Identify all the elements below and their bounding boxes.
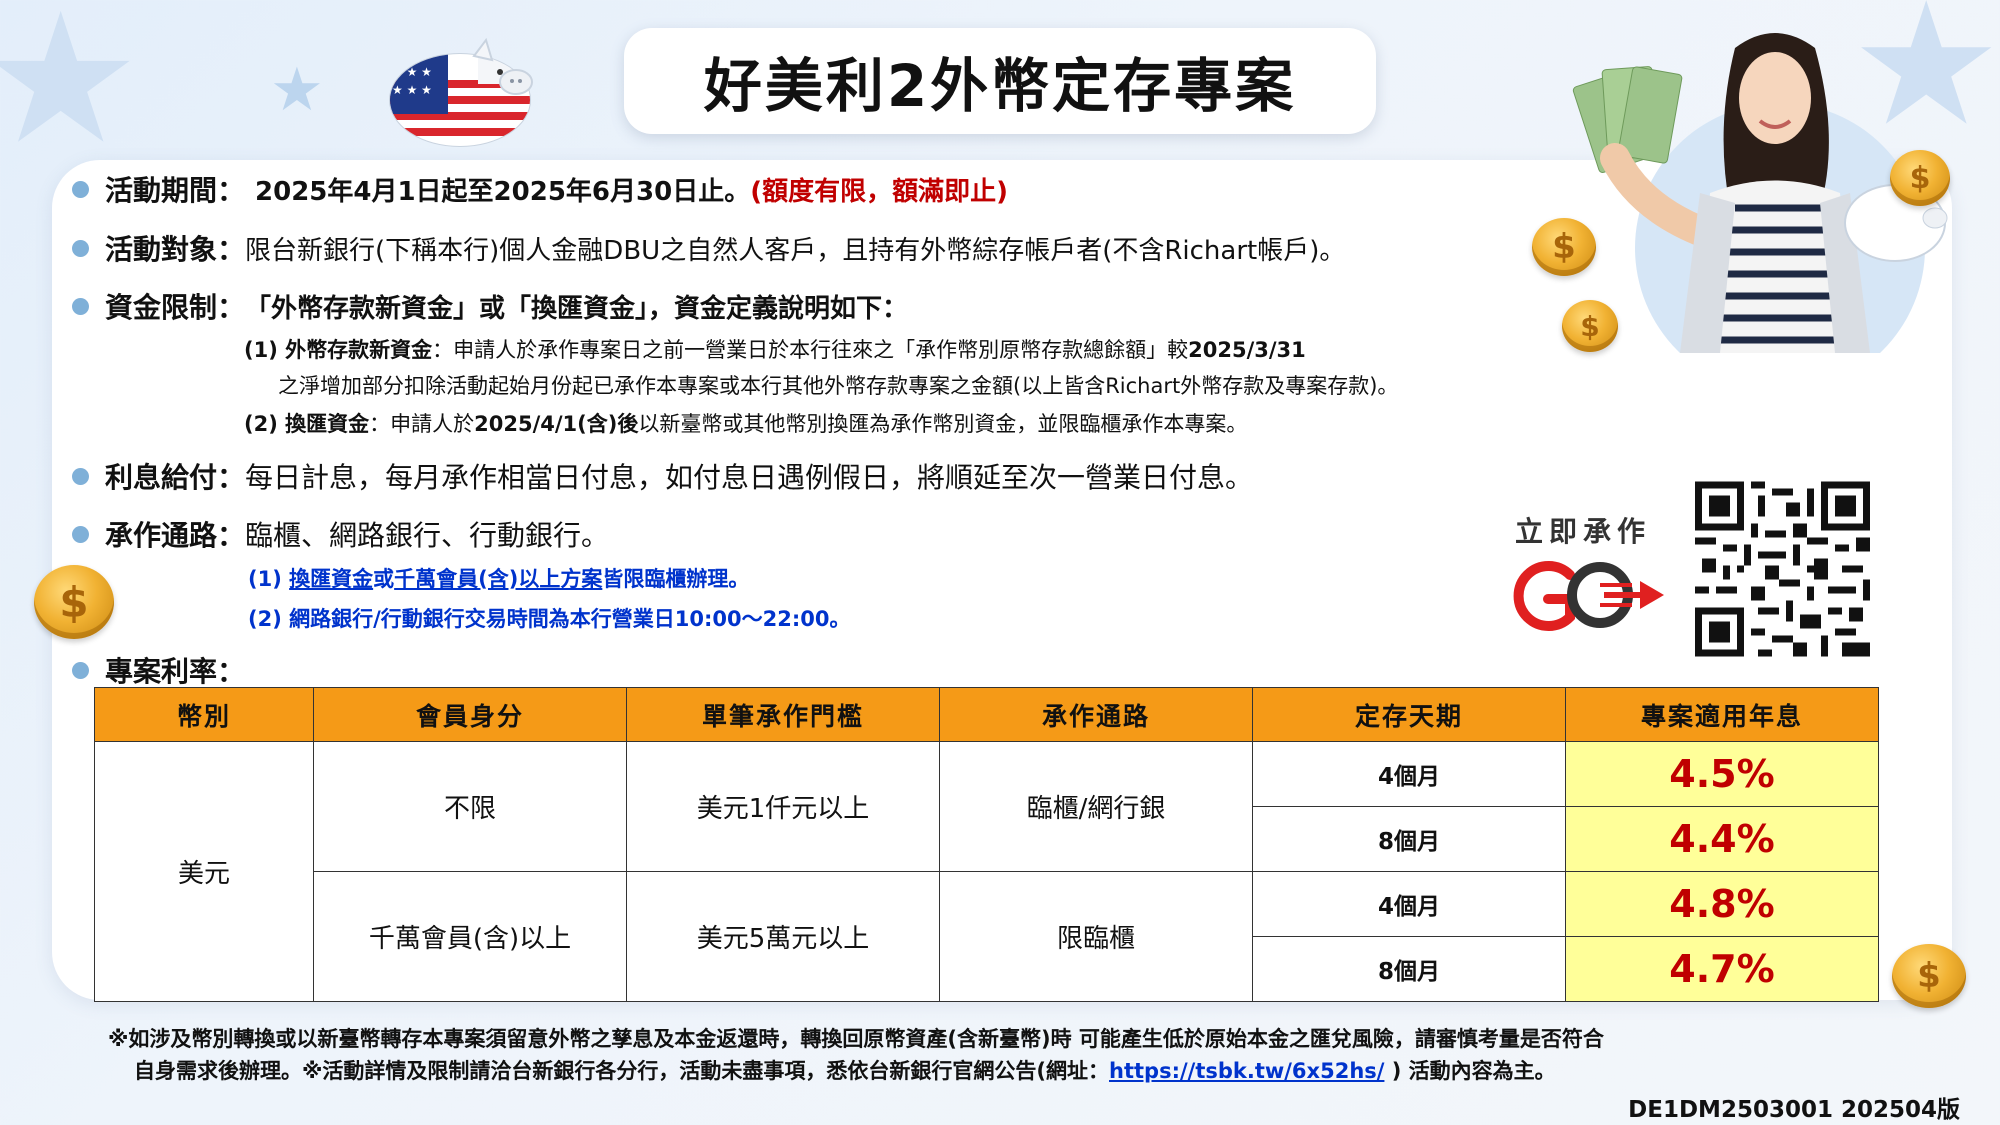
header-currency: 幣別	[94, 687, 314, 742]
title-box: 好美利2外幣定存專案	[624, 28, 1376, 134]
target-value: 限台新銀行(下稱本行)個人金融DBU之自然人客戶，且持有外幣綜存帳戶者(不含Ri…	[245, 235, 1346, 266]
coin-icon: $	[1892, 944, 1966, 1008]
table-header-row: 幣別 會員身分 單筆承作門檻 承作通路 定存天期 專案適用年息	[94, 687, 1879, 742]
coin-icon: $	[34, 565, 114, 639]
star-icon: ★	[270, 55, 324, 125]
channel-cell: 限臨櫃	[939, 871, 1253, 1002]
term-cell: 4個月	[1252, 741, 1566, 807]
coin-icon: $	[1890, 150, 1950, 206]
footnote-line2-b: ) 活動內容為主。	[1384, 1059, 1556, 1083]
rate-cell: 4.4%	[1565, 806, 1879, 872]
bullet-dot	[72, 297, 89, 315]
channel-cell: 臨櫃/網行銀	[939, 741, 1253, 872]
svg-text:★ ★ ★: ★ ★ ★	[392, 83, 432, 97]
channel-note1-a: (1)	[248, 567, 290, 591]
rate-row: 專案利率：	[72, 650, 245, 690]
channel-label: 承作通路：	[105, 519, 246, 552]
term-cell: 4個月	[1252, 871, 1566, 937]
bullet-dot	[72, 525, 89, 543]
rate-label: 專案利率：	[105, 655, 246, 688]
period-label: 活動期間：	[105, 174, 246, 207]
currency-cell: 美元	[94, 741, 314, 1002]
interest-row: 利息給付： 每日計息，每月承作相當日付息，如付息日遇例假日，將順延至次一營業日付…	[72, 456, 1253, 496]
fund-sub1-date: 2025/3/31	[1188, 338, 1306, 362]
qr-code-icon[interactable]	[1695, 480, 1870, 658]
period-note: (額度有限，額滿即止)	[750, 176, 1008, 207]
bullet-dot	[72, 661, 89, 679]
rate-cell: 4.7%	[1565, 936, 1879, 1002]
channel-row: 承作通路： 臨櫃、網路銀行、行動銀行。	[72, 514, 609, 554]
fund-sub1-label: (1) 外幣存款新資金	[244, 338, 433, 362]
coin-icon: $	[1532, 218, 1596, 276]
target-label: 活動對象：	[105, 233, 246, 266]
target-row: 活動對象： 限台新銀行(下稱本行)個人金融DBU之自然人客戶，且持有外幣綜存帳戶…	[72, 228, 1345, 268]
header-threshold: 單筆承作門檻	[626, 687, 940, 742]
rate-cell: 4.8%	[1565, 871, 1879, 937]
official-site-link[interactable]: https://tsbk.tw/6x52hs/	[1109, 1059, 1384, 1083]
fund-sub2-text-a: ：申請人於	[369, 412, 475, 436]
fund-sub2-date: 2025/4/1(含)後	[474, 412, 639, 436]
term-cell: 8個月	[1252, 806, 1566, 872]
channel-note1-d: 千萬會員(含)以上方案	[394, 567, 603, 591]
page-title: 好美利2外幣定存專案	[703, 52, 1297, 120]
channel-note1-b: 換匯資金	[289, 567, 374, 591]
go-label: 立即承作	[1515, 515, 1652, 548]
header-term: 定存天期	[1252, 687, 1566, 742]
footnote-line2: 自身需求後辦理。※活動詳情及限制請洽台新銀行各分行，活動未盡事項，悉依台新銀行官…	[134, 1055, 1556, 1085]
fund-value: 「外幣存款新資金」或「換匯資金」，資金定義說明如下：	[245, 293, 909, 324]
header-member: 會員身分	[313, 687, 627, 742]
bullet-dot	[72, 467, 89, 485]
member-cell: 不限	[313, 741, 627, 872]
fund-row: 資金限制： 「外幣存款新資金」或「換匯資金」，資金定義說明如下：	[72, 286, 908, 326]
rates-table: 幣別 會員身分 單筆承作門檻 承作通路 定存天期 專案適用年息 美元 不限 美元…	[94, 687, 1879, 1002]
fund-sub2-label: (2) 換匯資金	[244, 412, 370, 436]
member-cell: 千萬會員(含)以上	[313, 871, 627, 1002]
term-cell: 8個月	[1252, 936, 1566, 1002]
star-icon: ★	[0, 0, 142, 184]
channel-note2: (2) 網路銀行/行動銀行交易時間為本行營業日10:00～22:00。	[248, 607, 851, 631]
fund-sub1-line2: 之淨增加部分扣除活動起始月份起已承作本專案或本行其他外幣存款專案之金額(以上皆含…	[278, 374, 1399, 398]
channel-note1: (1) 換匯資金或千萬會員(含)以上方案皆限臨櫃辦理。	[248, 563, 749, 593]
header-channel: 承作通路	[939, 687, 1253, 742]
piggy-bank-flag-icon: ★ ★ ★ ★ ★ ★	[389, 37, 533, 147]
rate-cell: 4.5%	[1565, 741, 1879, 807]
fund-sub2-text-b: 以新臺幣或其他幣別換匯為承作幣別資金，並限臨櫃承作本專案。	[638, 412, 1248, 436]
footnote-line2-a: 自身需求後辦理。※活動詳情及限制請洽台新銀行各分行，活動未盡事項，悉依台新銀行官…	[134, 1059, 1110, 1083]
channel-note1-e: 皆限臨櫃辦理。	[602, 567, 750, 591]
interest-value: 每日計息，每月承作相當日付息，如付息日遇例假日，將順延至次一營業日付息。	[245, 461, 1254, 494]
period-row: 活動期間： 2025年4月1日起至2025年6月30日止。 (額度有限，額滿即止…	[72, 169, 1008, 209]
threshold-cell: 美元5萬元以上	[626, 871, 940, 1002]
bullet-dot	[72, 239, 89, 257]
interest-label: 利息給付：	[105, 461, 246, 494]
fund-label: 資金限制：	[105, 291, 246, 324]
fund-sub1-text: ：申請人於承作專案日之前一營業日於本行往來之「承作幣別原幣存款總餘額」較	[432, 338, 1189, 362]
channel-note1-c: 或	[373, 567, 395, 591]
channel-value: 臨櫃、網路銀行、行動銀行。	[245, 519, 610, 552]
fund-sub2: (2) 換匯資金：申請人於2025/4/1(含)後以新臺幣或其他幣別換匯為承作幣…	[244, 408, 1247, 438]
go-arrow-icon[interactable]	[1508, 555, 1668, 635]
period-value: 2025年4月1日起至2025年6月30日止。	[255, 176, 751, 207]
table-row: 千萬會員(含)以上 美元5萬元以上 限臨櫃 4個月 4.8%	[95, 871, 1879, 1002]
fund-sub1: (1) 外幣存款新資金：申請人於承作專案日之前一營業日於本行往來之「承作幣別原幣…	[244, 334, 1306, 364]
header-rate: 專案適用年息	[1565, 687, 1879, 742]
bullet-dot	[72, 180, 89, 198]
table-row: 美元 不限 美元1仟元以上 臨櫃/網行銀 4個月 4.5%	[94, 741, 1879, 1002]
document-code: DE1DM2503001 202504版	[1628, 1097, 1960, 1123]
footnote-line1: ※如涉及幣別轉換或以新臺幣轉存本專案須留意外幣之孳息及本金返還時，轉換回原幣資產…	[108, 1027, 1604, 1051]
coin-icon: $	[1562, 300, 1618, 352]
threshold-cell: 美元1仟元以上	[626, 741, 940, 872]
